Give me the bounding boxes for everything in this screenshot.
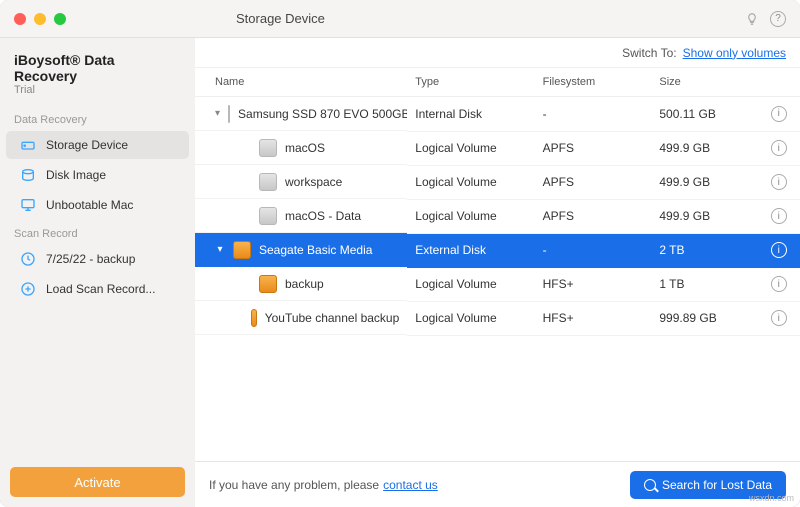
device-name: macOS - Data bbox=[285, 209, 361, 223]
chevron-down-icon[interactable]: ▾ bbox=[215, 108, 220, 119]
device-name: Seagate Basic Media bbox=[259, 243, 372, 257]
sidebar-item-label: Load Scan Record... bbox=[46, 282, 155, 296]
switch-row: Switch To: Show only volumes bbox=[195, 38, 800, 68]
device-name: workspace bbox=[285, 175, 342, 189]
close-icon[interactable] bbox=[14, 13, 26, 25]
sidebar: iBoysoft® Data Recovery Trial Data Recov… bbox=[0, 38, 195, 507]
device-filesystem: APFS bbox=[535, 165, 652, 199]
main-panel: Switch To: Show only volumes Name Type F… bbox=[195, 38, 800, 507]
device-type: Logical Volume bbox=[407, 165, 534, 199]
activate-button[interactable]: Activate bbox=[10, 467, 185, 497]
maximize-icon[interactable] bbox=[54, 13, 66, 25]
switch-link[interactable]: Show only volumes bbox=[683, 46, 786, 60]
col-name[interactable]: Name bbox=[195, 68, 407, 97]
col-filesystem[interactable]: Filesystem bbox=[535, 68, 652, 97]
device-type: Logical Volume bbox=[407, 301, 534, 335]
footer: If you have any problem, please contact … bbox=[195, 461, 800, 507]
table-row[interactable]: YouTube channel backup Logical VolumeHFS+… bbox=[195, 301, 800, 335]
section-data-recovery: Data Recovery bbox=[0, 106, 195, 130]
drive-icon bbox=[20, 137, 36, 153]
info-icon[interactable]: i bbox=[771, 310, 787, 326]
sidebar-item-storage-device[interactable]: Storage Device bbox=[6, 131, 189, 159]
window-title: Storage Device bbox=[236, 11, 325, 26]
chevron-down-icon[interactable]: ▾ bbox=[215, 244, 225, 255]
col-type[interactable]: Type bbox=[407, 68, 534, 97]
minimize-icon[interactable] bbox=[34, 13, 46, 25]
sidebar-item-label: Unbootable Mac bbox=[46, 198, 133, 212]
col-info bbox=[758, 68, 800, 97]
device-size: 1 TB bbox=[651, 267, 757, 301]
disk-icon bbox=[259, 207, 277, 225]
sidebar-item-label: 7/25/22 - backup bbox=[46, 252, 135, 266]
app-name: iBoysoft® Data Recovery bbox=[0, 46, 195, 84]
table-row[interactable]: macOS - Data Logical VolumeAPFS499.9 GB i bbox=[195, 199, 800, 233]
device-type: External Disk bbox=[407, 233, 534, 267]
table-row[interactable]: backup Logical VolumeHFS+1 TB i bbox=[195, 267, 800, 301]
device-filesystem: HFS+ bbox=[535, 301, 652, 335]
disk-icon bbox=[259, 275, 277, 293]
device-size: 499.9 GB bbox=[651, 165, 757, 199]
device-size: 499.9 GB bbox=[651, 199, 757, 233]
section-scan-record: Scan Record bbox=[0, 220, 195, 244]
table-row[interactable]: ▾ Samsung SSD 870 EVO 500GB...Internal Di… bbox=[195, 97, 800, 132]
device-size: 499.9 GB bbox=[651, 131, 757, 165]
switch-label: Switch To: bbox=[622, 46, 676, 60]
device-filesystem: APFS bbox=[535, 131, 652, 165]
table-row[interactable]: macOS Logical VolumeAPFS499.9 GB i bbox=[195, 131, 800, 165]
device-filesystem: APFS bbox=[535, 199, 652, 233]
sidebar-item-label: Disk Image bbox=[46, 168, 106, 182]
contact-link[interactable]: contact us bbox=[383, 478, 438, 492]
titlebar: Storage Device ? bbox=[0, 0, 800, 38]
device-table: Name Type Filesystem Size ▾ Samsung SSD 8… bbox=[195, 68, 800, 461]
device-size: 2 TB bbox=[651, 233, 757, 267]
col-size[interactable]: Size bbox=[651, 68, 757, 97]
info-icon[interactable]: i bbox=[771, 242, 787, 258]
device-type: Logical Volume bbox=[407, 267, 534, 301]
clock-icon bbox=[20, 251, 36, 267]
monitor-icon bbox=[20, 197, 36, 213]
device-name: backup bbox=[285, 277, 324, 291]
device-filesystem: HFS+ bbox=[535, 267, 652, 301]
device-name: macOS bbox=[285, 141, 325, 155]
footer-text: If you have any problem, please bbox=[209, 478, 379, 492]
device-name: Samsung SSD 870 EVO 500GB... bbox=[238, 107, 407, 121]
traffic-lights bbox=[14, 13, 66, 25]
info-icon[interactable]: i bbox=[771, 276, 787, 292]
disk-icon bbox=[228, 105, 230, 123]
sidebar-item-label: Storage Device bbox=[46, 138, 128, 152]
disk-image-icon bbox=[20, 167, 36, 183]
sidebar-item-unbootable-mac[interactable]: Unbootable Mac bbox=[6, 191, 189, 219]
table-row[interactable]: workspace Logical VolumeAPFS499.9 GB i bbox=[195, 165, 800, 199]
watermark: wsxdn.com bbox=[749, 493, 794, 503]
device-filesystem: - bbox=[535, 97, 652, 132]
hint-icon[interactable] bbox=[744, 11, 760, 27]
disk-icon bbox=[259, 139, 277, 157]
device-filesystem: - bbox=[535, 233, 652, 267]
device-type: Logical Volume bbox=[407, 131, 534, 165]
info-icon[interactable]: i bbox=[771, 174, 787, 190]
info-icon[interactable]: i bbox=[771, 208, 787, 224]
disk-icon bbox=[233, 241, 251, 259]
sidebar-item-load-scan-record[interactable]: Load Scan Record... bbox=[6, 275, 189, 303]
info-icon[interactable]: i bbox=[771, 106, 787, 122]
disk-icon bbox=[251, 309, 257, 327]
device-size: 999.89 GB bbox=[651, 301, 757, 335]
device-size: 500.11 GB bbox=[651, 97, 757, 132]
search-icon bbox=[644, 479, 656, 491]
search-button-label: Search for Lost Data bbox=[662, 478, 772, 492]
disk-icon bbox=[259, 173, 277, 191]
device-name: YouTube channel backup bbox=[265, 311, 400, 325]
plus-circle-icon bbox=[20, 281, 36, 297]
table-row[interactable]: ▾ Seagate Basic Media External Disk-2 TB i bbox=[195, 233, 800, 267]
info-icon[interactable]: i bbox=[771, 140, 787, 156]
device-type: Logical Volume bbox=[407, 199, 534, 233]
sidebar-item-scan-backup[interactable]: 7/25/22 - backup bbox=[6, 245, 189, 273]
sidebar-item-disk-image[interactable]: Disk Image bbox=[6, 161, 189, 189]
help-icon[interactable]: ? bbox=[770, 11, 786, 27]
device-type: Internal Disk bbox=[407, 97, 534, 132]
app-subtitle: Trial bbox=[0, 84, 195, 106]
